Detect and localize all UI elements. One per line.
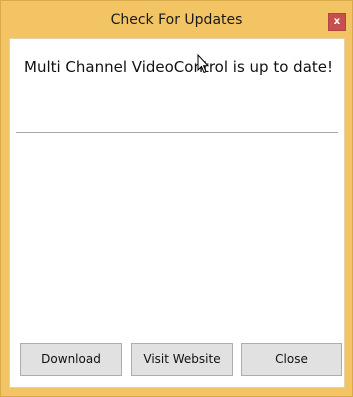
window-title: Check For Updates <box>110 12 243 28</box>
update-status-message: Multi Channel VideoControl is up to date… <box>24 58 334 76</box>
window-close-button[interactable]: x <box>328 13 346 31</box>
visit-website-button[interactable]: Visit Website <box>131 343 233 376</box>
close-button[interactable]: Close <box>241 343 342 376</box>
mouse-pointer-icon <box>197 54 209 74</box>
dialog-content: Multi Channel VideoControl is up to date… <box>9 38 345 388</box>
download-button[interactable]: Download <box>20 343 122 376</box>
divider <box>16 132 338 133</box>
title-bar[interactable]: Check For Updates x <box>1 1 352 37</box>
update-dialog-window: Check For Updates x Multi Channel VideoC… <box>0 0 353 397</box>
close-icon: x <box>333 16 341 27</box>
